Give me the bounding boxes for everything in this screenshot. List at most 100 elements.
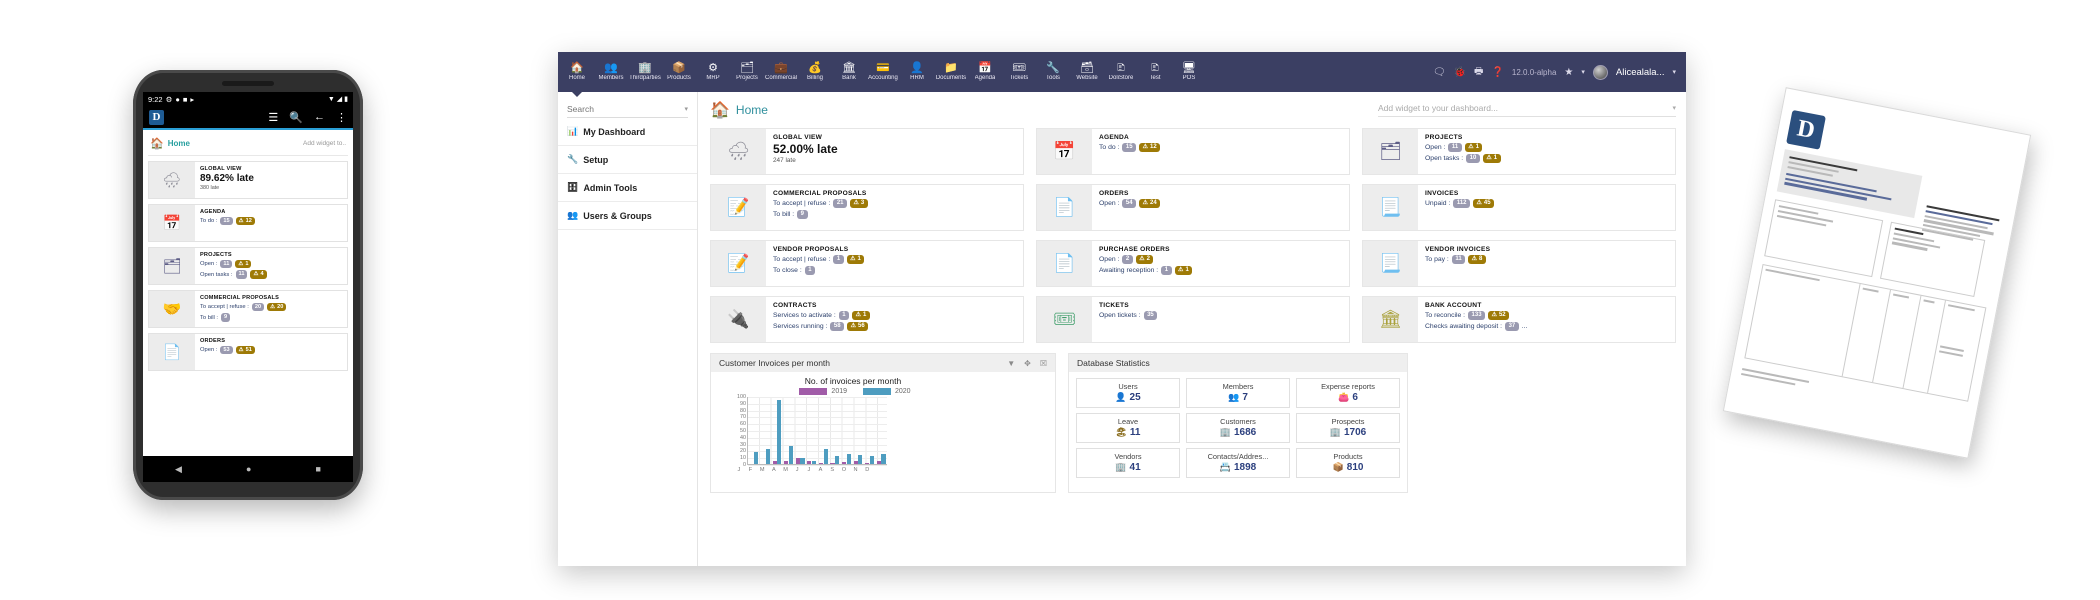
close-icon[interactable]: ☒ xyxy=(1040,359,1047,368)
stat-value-row: 🏢1686 xyxy=(1189,427,1287,438)
bug-icon[interactable]: 🐞 xyxy=(1454,67,1466,78)
chevron-down-icon[interactable]: ▾ xyxy=(684,105,688,113)
move-icon[interactable]: ✥ xyxy=(1024,359,1031,368)
stat-card-customers[interactable]: Customers🏢1686 xyxy=(1186,413,1290,443)
widget-stat-label: Open tasks : xyxy=(1425,155,1463,162)
menu-item-tickets[interactable]: 🎟Tickets xyxy=(1002,52,1036,92)
phone-widget-orders[interactable]: 📄ORDERSOpen :5351 xyxy=(148,333,348,371)
phone-widget-agenda[interactable]: 📅AGENDATo do :1512 xyxy=(148,204,348,242)
phone-widget-global-view[interactable]: 🌧GLOBAL VIEW89.62% late380 late xyxy=(148,161,348,199)
widget-stat-line: To pay :118 xyxy=(1425,255,1668,264)
bar-2020-J xyxy=(812,461,816,464)
bank-icon: 🏛 xyxy=(842,63,856,74)
phone-add-widget[interactable]: Add widget to.. xyxy=(303,140,346,147)
widget-agenda[interactable]: 📅AGENDATo do :1512 xyxy=(1036,128,1350,175)
menu-item-projects[interactable]: 🗂Projects xyxy=(730,52,764,92)
stat-card-vendors[interactable]: Vendors🏢41 xyxy=(1076,448,1180,478)
menu-item-members[interactable]: 👥Members xyxy=(594,52,628,92)
menu-item-dolistore[interactable]: 🗈DoliStore xyxy=(1104,52,1138,92)
menu-item-billing[interactable]: 💰Billing xyxy=(798,52,832,92)
stat-card-prospects[interactable]: Prospects🏢1706 xyxy=(1296,413,1400,443)
widget-contracts[interactable]: 🔌CONTRACTSServices to activate :11Servic… xyxy=(710,296,1024,343)
menu-item-label: Commercial xyxy=(765,75,797,81)
widget-vendor-proposals[interactable]: 📝VENDOR PROPOSALSTo accept | refuse :11T… xyxy=(710,240,1024,287)
menu-item-pos[interactable]: 🖥POS xyxy=(1172,52,1206,92)
avatar[interactable] xyxy=(1593,65,1608,80)
widget-projects[interactable]: 🗂PROJECTSOpen :111Open tasks :101 xyxy=(1362,128,1676,175)
bar-group xyxy=(783,397,795,464)
sidebar-item-label: Users & Groups xyxy=(583,211,652,221)
widget-tickets[interactable]: 🎟TICKETSOpen tickets :35 xyxy=(1036,296,1350,343)
sidebar-item-setup[interactable]: 🔧Setup xyxy=(558,146,697,174)
add-widget-select[interactable]: Add widget to your dashboard... ▾ xyxy=(1378,103,1676,117)
count-badge: 10 xyxy=(1466,154,1480,163)
chart-panel-title: Customer Invoices per month xyxy=(719,358,830,368)
search-input[interactable] xyxy=(567,104,684,114)
widget-stat-label: To accept | refuse : xyxy=(200,304,249,310)
menu-item-commercial[interactable]: 💼Commercial xyxy=(764,52,798,92)
stat-card-expense-reports[interactable]: Expense reports👛6 xyxy=(1296,378,1400,408)
menu-item-website[interactable]: 🗃Website xyxy=(1070,52,1104,92)
sidebar-item-my-dashboard[interactable]: 📊My Dashboard xyxy=(558,118,697,146)
menu-item-mrp[interactable]: ⚙MRP xyxy=(696,52,730,92)
menu-item-thirdparties[interactable]: 🏢Thirdparties xyxy=(628,52,662,92)
print-icon[interactable]: 🖶 xyxy=(1474,64,1483,81)
y-tick-label: 80 xyxy=(740,408,746,414)
phone-screen: 9:22 ⚙ ● ■ ▸ ▼ ◢ ▮ D ☰ 🔍 ← ⋮ 🏠 Home xyxy=(143,92,353,456)
help-circle-icon[interactable]: ❓ xyxy=(1491,67,1503,78)
star-icon[interactable]: ★ xyxy=(1564,67,1573,78)
stat-value: 1686 xyxy=(1234,427,1256,438)
sidebar-item-admin-tools[interactable]: 🗄Admin Tools xyxy=(558,174,697,202)
menu-item-hrm[interactable]: 👤HRM xyxy=(900,52,934,92)
menu-item-accounting[interactable]: 💳Accounting xyxy=(866,52,900,92)
menu-item-agenda[interactable]: 📅Agenda xyxy=(968,52,1002,92)
phone-widget-commercial-proposals[interactable]: 🤝COMMERCIAL PROPOSALSTo accept | refuse … xyxy=(148,290,348,328)
widget-global-view[interactable]: 🌧GLOBAL VIEW52.00% late247 late xyxy=(710,128,1024,175)
menu-item-documents[interactable]: 📁Documents xyxy=(934,52,968,92)
stat-card-leave[interactable]: Leave🏖11 xyxy=(1076,413,1180,443)
menu-item-tools[interactable]: 🔧Tools xyxy=(1036,52,1070,92)
sidebar-search[interactable]: ▾ xyxy=(567,104,688,118)
widget-invoices[interactable]: 📃INVOICESUnpaid :11245 xyxy=(1362,184,1676,231)
menu-item-bank[interactable]: 🏛Bank xyxy=(832,52,866,92)
count-badge: 133 xyxy=(1468,311,1485,320)
chart-title: No. of invoices per month xyxy=(698,376,1049,386)
widget-stat-line: Open :5351 xyxy=(200,346,342,354)
menu-item-products[interactable]: 📦Products xyxy=(662,52,696,92)
stat-card-products[interactable]: Products📦810 xyxy=(1296,448,1400,478)
chevron-down-icon[interactable]: ▾ xyxy=(1581,68,1585,76)
phone-widget-projects[interactable]: 🗂PROJECTSOpen :111Open tasks :114 xyxy=(148,247,348,285)
username-label[interactable]: Alicealala... xyxy=(1616,67,1665,78)
stat-card-users[interactable]: Users👤25 xyxy=(1076,378,1180,408)
org-chart-icon: 🗂 xyxy=(1363,129,1418,174)
search-icon[interactable]: 🔍 xyxy=(289,111,303,124)
home-circle-icon[interactable]: ● xyxy=(246,464,251,474)
recents-square-icon[interactable]: ■ xyxy=(316,464,321,474)
sidebar-item-users-groups[interactable]: 👥Users & Groups xyxy=(558,202,697,230)
stat-value: 1706 xyxy=(1344,427,1366,438)
more-vertical-icon[interactable]: ⋮ xyxy=(336,111,347,124)
menu-item-home[interactable]: 🏠Home xyxy=(560,52,594,92)
widget-bank-account[interactable]: 🏛BANK ACCOUNTTo reconcile :13352Checks a… xyxy=(1362,296,1676,343)
widget-vendor-invoices[interactable]: 📃VENDOR INVOICESTo pay :118 xyxy=(1362,240,1676,287)
chevron-down-icon[interactable]: ▾ xyxy=(1672,68,1676,76)
stat-card-contacts-addres[interactable]: Contacts/Addres...📇1898 xyxy=(1186,448,1290,478)
widget-stat-label: Open tickets : xyxy=(1099,312,1141,319)
bar-2019-J xyxy=(819,463,823,464)
back-icon[interactable]: ← xyxy=(314,111,325,123)
legend-swatch xyxy=(863,388,891,395)
chat-bubble-icon[interactable]: 🗨 xyxy=(1433,67,1446,78)
bar-2020-A xyxy=(789,446,793,464)
widget-commercial-proposals[interactable]: 📝COMMERCIAL PROPOSALSTo accept | refuse … xyxy=(710,184,1024,231)
back-triangle-icon[interactable]: ◀ xyxy=(175,464,182,475)
menu-icon[interactable]: ☰ xyxy=(268,111,278,124)
menu-item-test[interactable]: 🗈Test xyxy=(1138,52,1172,92)
chevron-down-icon[interactable]: ▾ xyxy=(1672,104,1676,112)
count-badge: 37 xyxy=(1505,322,1519,331)
widget-purchase-orders[interactable]: 📄PURCHASE ORDERSOpen :22Awaiting recepti… xyxy=(1036,240,1350,287)
widget-orders[interactable]: 📄ORDERSOpen :5424 xyxy=(1036,184,1350,231)
filter-icon[interactable]: ▼ xyxy=(1007,359,1015,368)
widget-stat-label: Open : xyxy=(1099,256,1119,263)
bar-group xyxy=(852,397,864,464)
stat-card-members[interactable]: Members👥7 xyxy=(1186,378,1290,408)
